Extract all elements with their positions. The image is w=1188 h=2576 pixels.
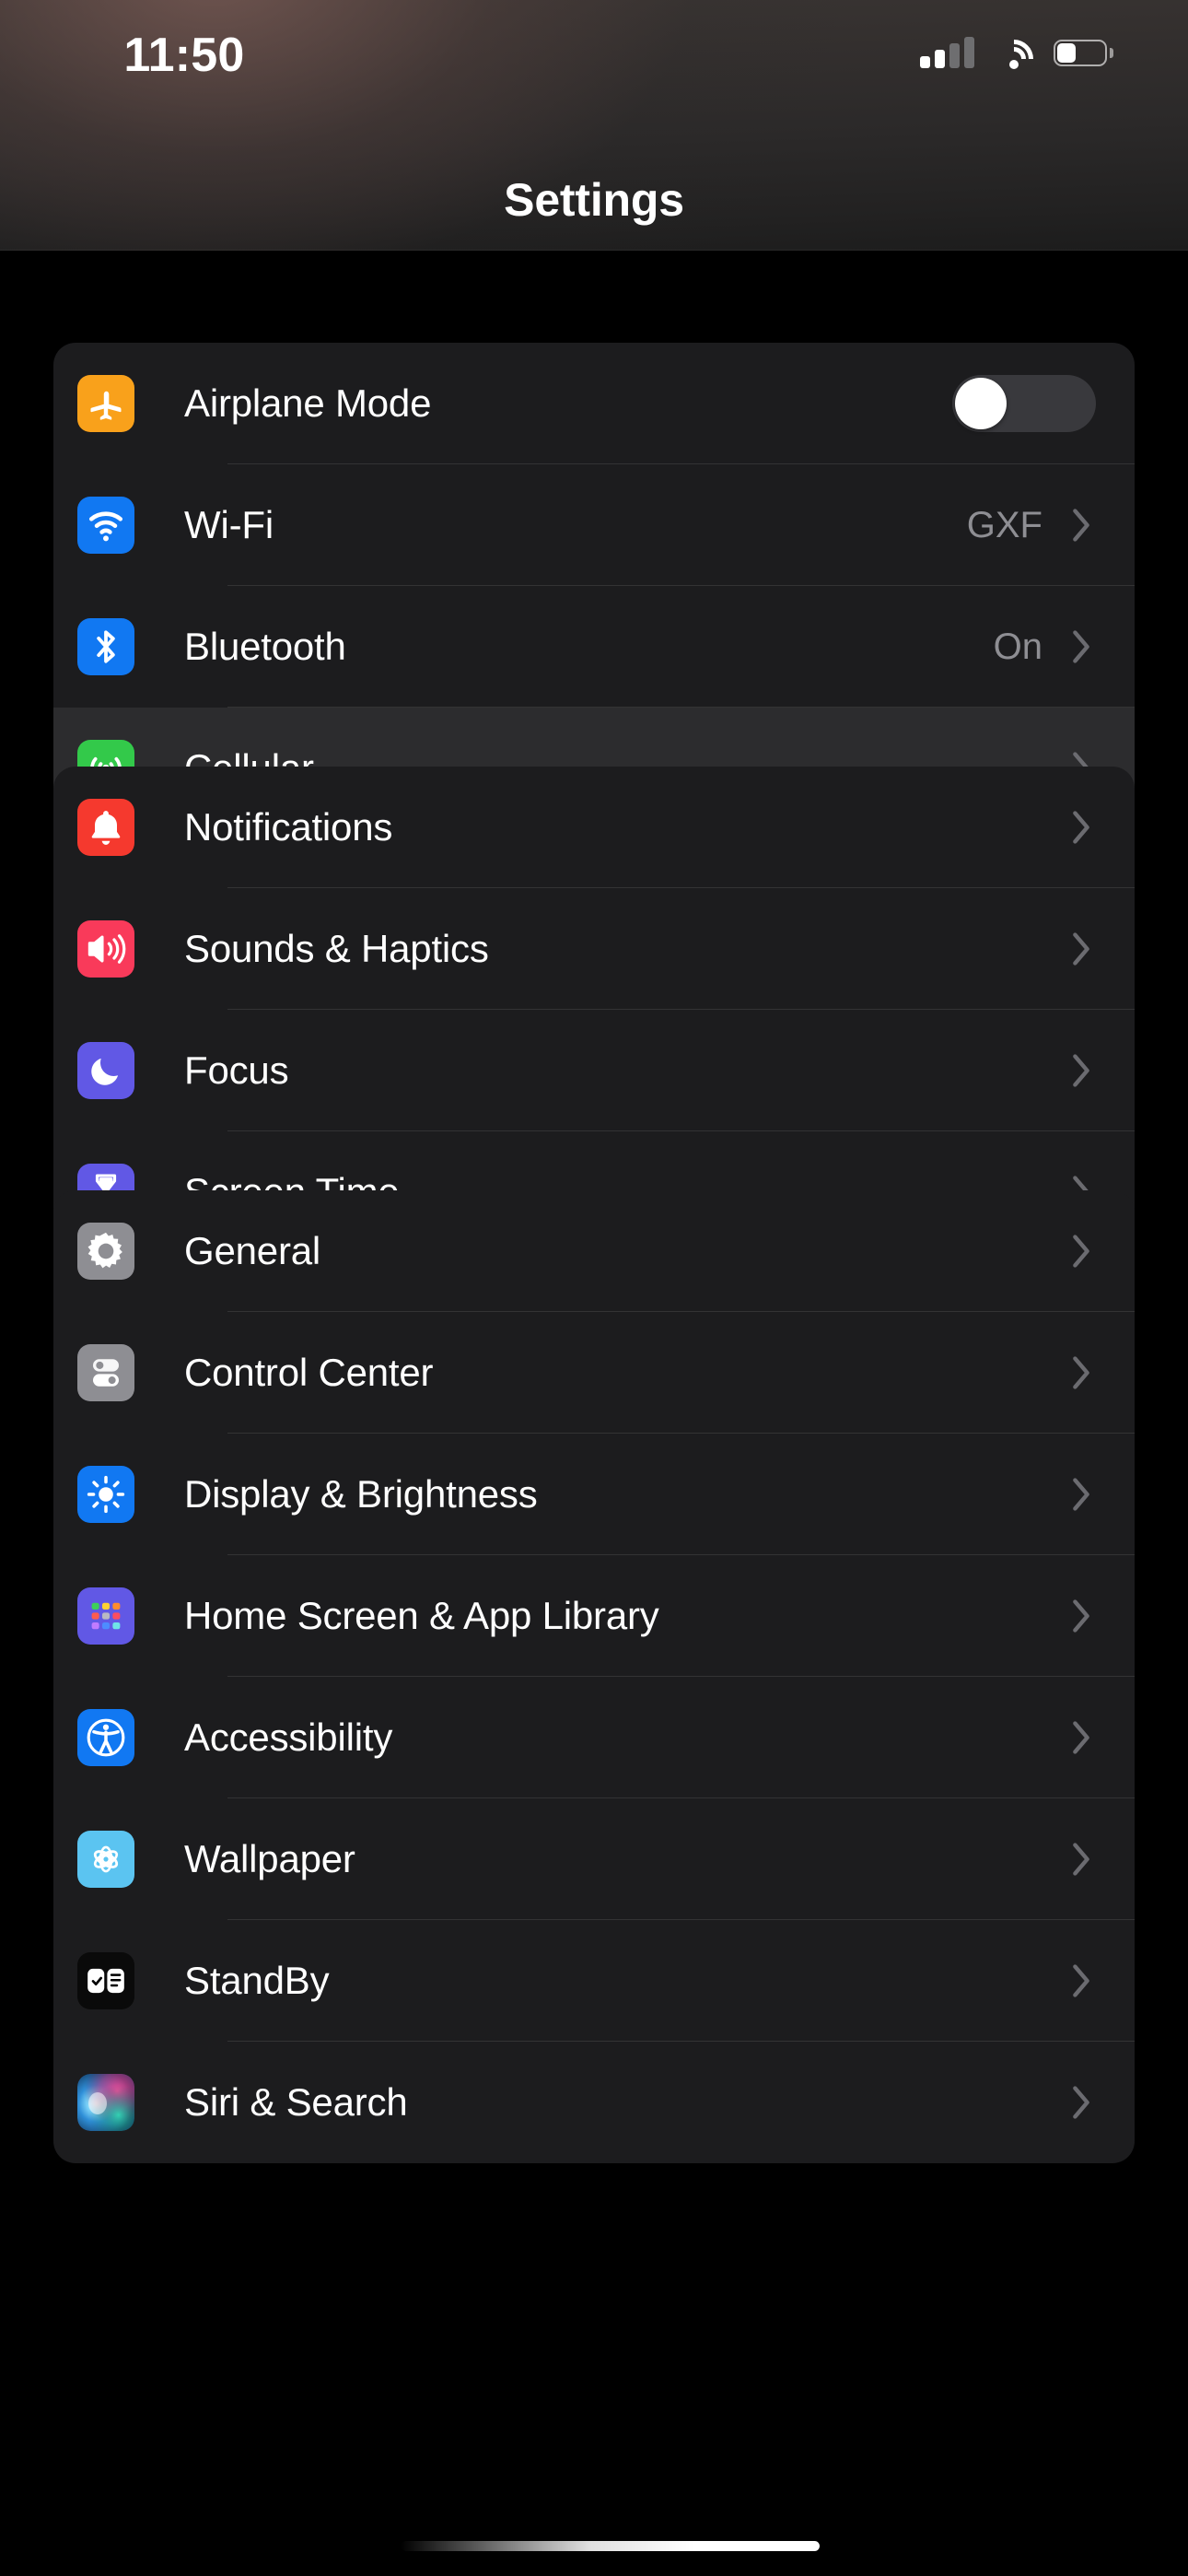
settings-row-value: GXF xyxy=(966,504,1042,545)
settings-row-label: Focus xyxy=(184,1048,289,1092)
chevron-right-icon xyxy=(1063,629,1100,664)
settings-row-label: StandBy xyxy=(184,1959,330,2002)
siri-orb-icon xyxy=(77,2074,134,2131)
settings-group-system: General Control Center Display & Brightn… xyxy=(53,1190,1135,2163)
bell-icon xyxy=(77,799,134,856)
moon-icon xyxy=(77,1042,134,1099)
settings-row-label: Notifications xyxy=(184,805,393,849)
settings-row-label: Bluetooth xyxy=(184,625,346,668)
chevron-right-icon xyxy=(1063,1477,1100,1512)
home-screen-grid-icon xyxy=(77,1587,134,1645)
settings-list[interactable]: Airplane Mode Wi-FiGXF BluetoothOn Cellu… xyxy=(0,251,1188,2576)
settings-row-display-brightness[interactable]: Display & Brightness xyxy=(53,1434,1135,1555)
settings-row-value: On xyxy=(993,626,1042,667)
status-bar-indicators xyxy=(920,31,1113,87)
settings-row-focus[interactable]: Focus xyxy=(53,1010,1135,1131)
chevron-right-icon xyxy=(1063,1842,1100,1877)
chevron-right-icon xyxy=(1063,1963,1100,1998)
cellular-signal-icon xyxy=(920,37,974,68)
settings-row-label: Wallpaper xyxy=(184,1837,355,1880)
chevron-right-icon xyxy=(1063,810,1100,845)
settings-row-accessibility[interactable]: Accessibility xyxy=(53,1677,1135,1798)
airplane-icon xyxy=(77,375,134,432)
settings-row-label: Display & Brightness xyxy=(184,1472,538,1516)
status-bar: 11:50 xyxy=(0,0,1188,111)
standby-icon xyxy=(77,1952,134,2009)
settings-row-bluetooth[interactable]: Bluetooth On xyxy=(53,586,1135,708)
settings-row-siri-search[interactable]: Siri & Search xyxy=(53,2042,1135,2163)
bluetooth-icon xyxy=(77,618,134,675)
settings-row-standby[interactable]: StandBy xyxy=(53,1920,1135,2042)
chevron-right-icon xyxy=(1063,1598,1100,1633)
page-title: Settings xyxy=(504,174,684,226)
chevron-right-icon xyxy=(1063,508,1100,543)
speaker-icon xyxy=(77,920,134,978)
settings-row-control-center[interactable]: Control Center xyxy=(53,1312,1135,1434)
wallpaper-flower-icon xyxy=(77,1831,134,1888)
settings-row-label: Wi-Fi xyxy=(184,503,274,546)
settings-row-label: Airplane Mode xyxy=(184,381,432,425)
settings-row-wi-fi[interactable]: Wi-Fi GXF xyxy=(53,464,1135,586)
chevron-right-icon xyxy=(1063,931,1100,966)
settings-row-airplane-mode[interactable]: Airplane Mode xyxy=(53,343,1135,464)
chevron-right-icon xyxy=(1063,1234,1100,1269)
settings-row-label: Siri & Search xyxy=(184,2080,408,2124)
settings-row-wallpaper[interactable]: Wallpaper xyxy=(53,1798,1135,1920)
airplane-mode-toggle[interactable] xyxy=(952,375,1096,432)
brightness-icon xyxy=(77,1466,134,1523)
settings-row-label: Sounds & Haptics xyxy=(184,927,489,970)
battery-icon xyxy=(1054,39,1113,66)
settings-row-notifications[interactable]: Notifications xyxy=(53,767,1135,888)
navigation-bar: 11:50 Settings xyxy=(0,0,1188,251)
wifi-icon xyxy=(986,31,1042,87)
settings-row-sounds-haptics[interactable]: Sounds & Haptics xyxy=(53,888,1135,1010)
gear-icon xyxy=(77,1223,134,1280)
chevron-right-icon xyxy=(1063,1720,1100,1755)
settings-row-label: Home Screen & App Library xyxy=(184,1594,659,1637)
settings-row-general[interactable]: General xyxy=(53,1190,1135,1312)
chevron-right-icon xyxy=(1063,1355,1100,1390)
settings-row-label: Control Center xyxy=(184,1351,434,1394)
wifi-icon xyxy=(77,497,134,554)
settings-row-label: Accessibility xyxy=(184,1715,393,1759)
chevron-right-icon xyxy=(1063,2085,1100,2120)
settings-row-label: General xyxy=(184,1229,321,1272)
settings-screen: 11:50 Settings Airplane Mode Wi-Fi GXF Bl… xyxy=(0,0,1188,2576)
chevron-right-icon xyxy=(1063,1053,1100,1088)
home-indicator xyxy=(401,2541,820,2551)
accessibility-icon xyxy=(77,1709,134,1766)
control-center-icon xyxy=(77,1344,134,1401)
settings-group-alerts: Notifications Sounds & HapticsFocus Scre… xyxy=(53,767,1135,1253)
settings-row-home-screen-app-library[interactable]: Home Screen & App Library xyxy=(53,1555,1135,1677)
toggle-knob xyxy=(955,378,1007,429)
status-bar-clock: 11:50 xyxy=(123,29,245,82)
